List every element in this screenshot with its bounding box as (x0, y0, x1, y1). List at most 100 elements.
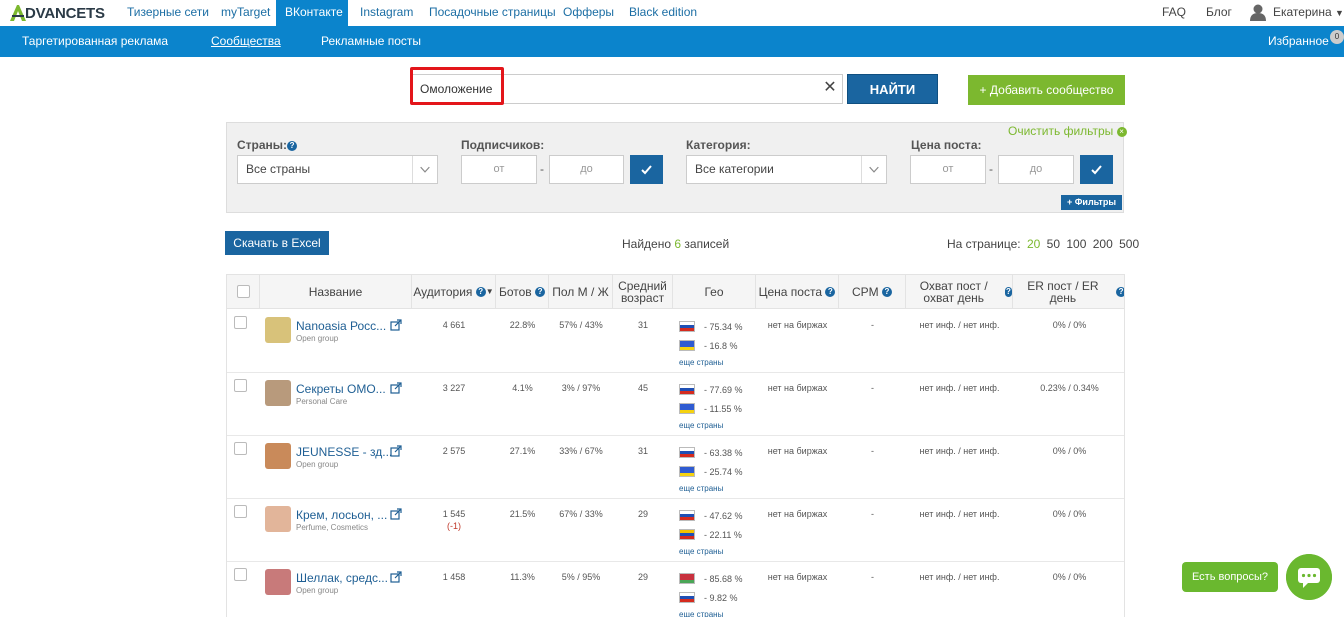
audience-value: 1 545 (-1) (412, 508, 496, 532)
geo-percent: - 77.69 % (704, 385, 743, 395)
range-dash: - (540, 162, 544, 176)
community-name-link[interactable]: Шеллак, средс... (296, 571, 388, 585)
row-checkbox[interactable] (234, 379, 247, 392)
cpm-value: - (871, 383, 874, 393)
per-page-option[interactable]: 200 (1093, 237, 1113, 251)
help-icon[interactable]: ? (1116, 286, 1124, 297)
header-audience[interactable]: Аудитория ? ▼ (412, 275, 496, 309)
countries-select[interactable]: Все страны (237, 155, 438, 184)
gender-value: 5% / 95% (561, 572, 601, 582)
age-value: 45 (637, 383, 648, 393)
help-icon[interactable]: ? (882, 286, 892, 297)
header-name[interactable]: Название (260, 275, 412, 309)
user-icon[interactable] (1249, 3, 1267, 21)
row-checkbox[interactable] (234, 316, 247, 329)
gender-value: 33% / 67% (559, 446, 603, 456)
external-link-icon[interactable] (390, 445, 402, 457)
per-page-option[interactable]: 100 (1066, 237, 1086, 251)
row-checkbox[interactable] (234, 442, 247, 455)
add-community-button[interactable]: + Добавить сообщество (968, 75, 1125, 105)
category-select[interactable]: Все категории (686, 155, 887, 184)
blog-link[interactable]: Блог (1206, 0, 1232, 26)
per-page-option[interactable]: 50 (1047, 237, 1060, 251)
reach-value: нет инф. / нет инф. (919, 509, 1000, 519)
chat-question-button[interactable]: Есть вопросы? (1182, 562, 1278, 592)
header-cpm[interactable]: CPM ? (839, 275, 906, 309)
help-icon[interactable]: ? (825, 286, 836, 297)
community-name-link[interactable]: Крем, лосьон, ... (296, 508, 387, 522)
subscribers-to-input[interactable]: до (549, 155, 624, 184)
download-excel-button[interactable]: Скачать в Excel (225, 231, 329, 255)
header-bots[interactable]: Ботов ? (496, 275, 549, 309)
header-gender[interactable]: Пол М / Ж (549, 275, 613, 309)
apply-price-check-icon[interactable] (1080, 155, 1113, 184)
geo-percent: - 85.68 % (704, 574, 743, 584)
age-value: 29 (637, 509, 648, 519)
community-name-link[interactable]: Секреты ОМО... (296, 382, 386, 396)
logo[interactable]: DVANCETS (8, 2, 105, 24)
header-er[interactable]: ER пост / ER день ? (1013, 275, 1124, 309)
reach-value: нет инф. / нет инф. (919, 572, 1000, 582)
header-reach[interactable]: Охват пост / охват день ? (906, 275, 1013, 309)
row-checkbox[interactable] (234, 505, 247, 518)
community-name-link[interactable]: JEUNESSE - зд... (296, 445, 392, 459)
community-name-link[interactable]: Nanoasia Росс... (296, 319, 386, 333)
subscribers-from-input[interactable]: от (461, 155, 537, 184)
header-cpm-label: CPM (851, 284, 879, 299)
clear-filters-label: Очистить фильтры (1008, 124, 1114, 138)
topnav-landing-pages[interactable]: Посадочные страницы (420, 0, 565, 26)
select-all-checkbox[interactable] (236, 285, 250, 298)
help-icon[interactable]: ? (287, 140, 298, 151)
per-page-option[interactable]: 20 (1027, 237, 1040, 251)
countries-select-value: Все страны (246, 162, 311, 176)
topnav-teaser-networks[interactable]: Тизерные сети (118, 0, 218, 26)
per-page-option[interactable]: 500 (1119, 237, 1139, 251)
help-icon[interactable]: ? (535, 286, 546, 297)
subnav-communities[interactable]: Сообщества (211, 26, 281, 57)
topnav-instagram[interactable]: Instagram (351, 0, 422, 26)
more-countries-link[interactable]: еще страны (679, 358, 723, 367)
subnav-targeted-ads[interactable]: Таргетированная реклама (22, 26, 168, 57)
audience-value: 4 661 (412, 319, 496, 331)
topnav-vkontakte[interactable]: ВКонтакте (276, 0, 348, 26)
header-geo[interactable]: Гео (673, 275, 756, 309)
header-bots-label: Ботов (498, 284, 532, 299)
user-name: Екатерина (1273, 5, 1332, 19)
header-price[interactable]: Цена поста ? (756, 275, 839, 309)
favorites-link[interactable]: Избранное (1268, 26, 1329, 57)
more-countries-link[interactable]: еще страны (679, 484, 723, 493)
external-link-icon[interactable] (390, 319, 402, 331)
search-button[interactable]: НАЙТИ (847, 74, 938, 104)
external-link-icon[interactable] (390, 508, 402, 520)
chevron-down-icon: ▼ (1334, 8, 1344, 18)
row-checkbox[interactable] (234, 568, 247, 581)
per-page-selector: На странице: 20 50 100 200 500 (947, 237, 1139, 251)
reach-value: нет инф. / нет инф. (919, 320, 1000, 330)
more-countries-link[interactable]: еще страны (679, 547, 723, 556)
header-age[interactable]: Средний возраст (613, 275, 673, 309)
clear-filters-link[interactable]: Очистить фильтры × (1008, 124, 1127, 138)
clear-search-icon[interactable]: ✕ (823, 80, 837, 96)
faq-link[interactable]: FAQ (1162, 0, 1186, 26)
help-icon[interactable]: ? (1004, 286, 1012, 297)
gender-value: 67% / 33% (559, 509, 603, 519)
flag-by-icon (679, 573, 695, 584)
more-filters-button[interactable]: + Фильтры (1061, 195, 1122, 210)
er-value: 0% / 0% (1052, 572, 1087, 582)
more-countries-link[interactable]: еще страны (679, 421, 723, 430)
help-icon[interactable]: ? (475, 286, 486, 297)
geo-percent: - 25.74 % (704, 467, 743, 477)
external-link-icon[interactable] (390, 571, 402, 583)
chat-icon[interactable] (1286, 554, 1332, 600)
apply-subscribers-check-icon[interactable] (630, 155, 663, 184)
topnav-mytarget[interactable]: myTarget (212, 0, 279, 26)
price-to-input[interactable]: до (998, 155, 1074, 184)
avatar (265, 569, 291, 595)
more-countries-link[interactable]: еще страны (679, 610, 723, 617)
topnav-offers[interactable]: Офферы (554, 0, 623, 26)
external-link-icon[interactable] (390, 382, 402, 394)
topnav-black-edition[interactable]: Black edition (620, 0, 706, 26)
user-menu[interactable]: Екатерина ▼ (1273, 0, 1344, 26)
subnav-ad-posts[interactable]: Рекламные посты (321, 26, 421, 57)
price-from-input[interactable]: от (910, 155, 986, 184)
